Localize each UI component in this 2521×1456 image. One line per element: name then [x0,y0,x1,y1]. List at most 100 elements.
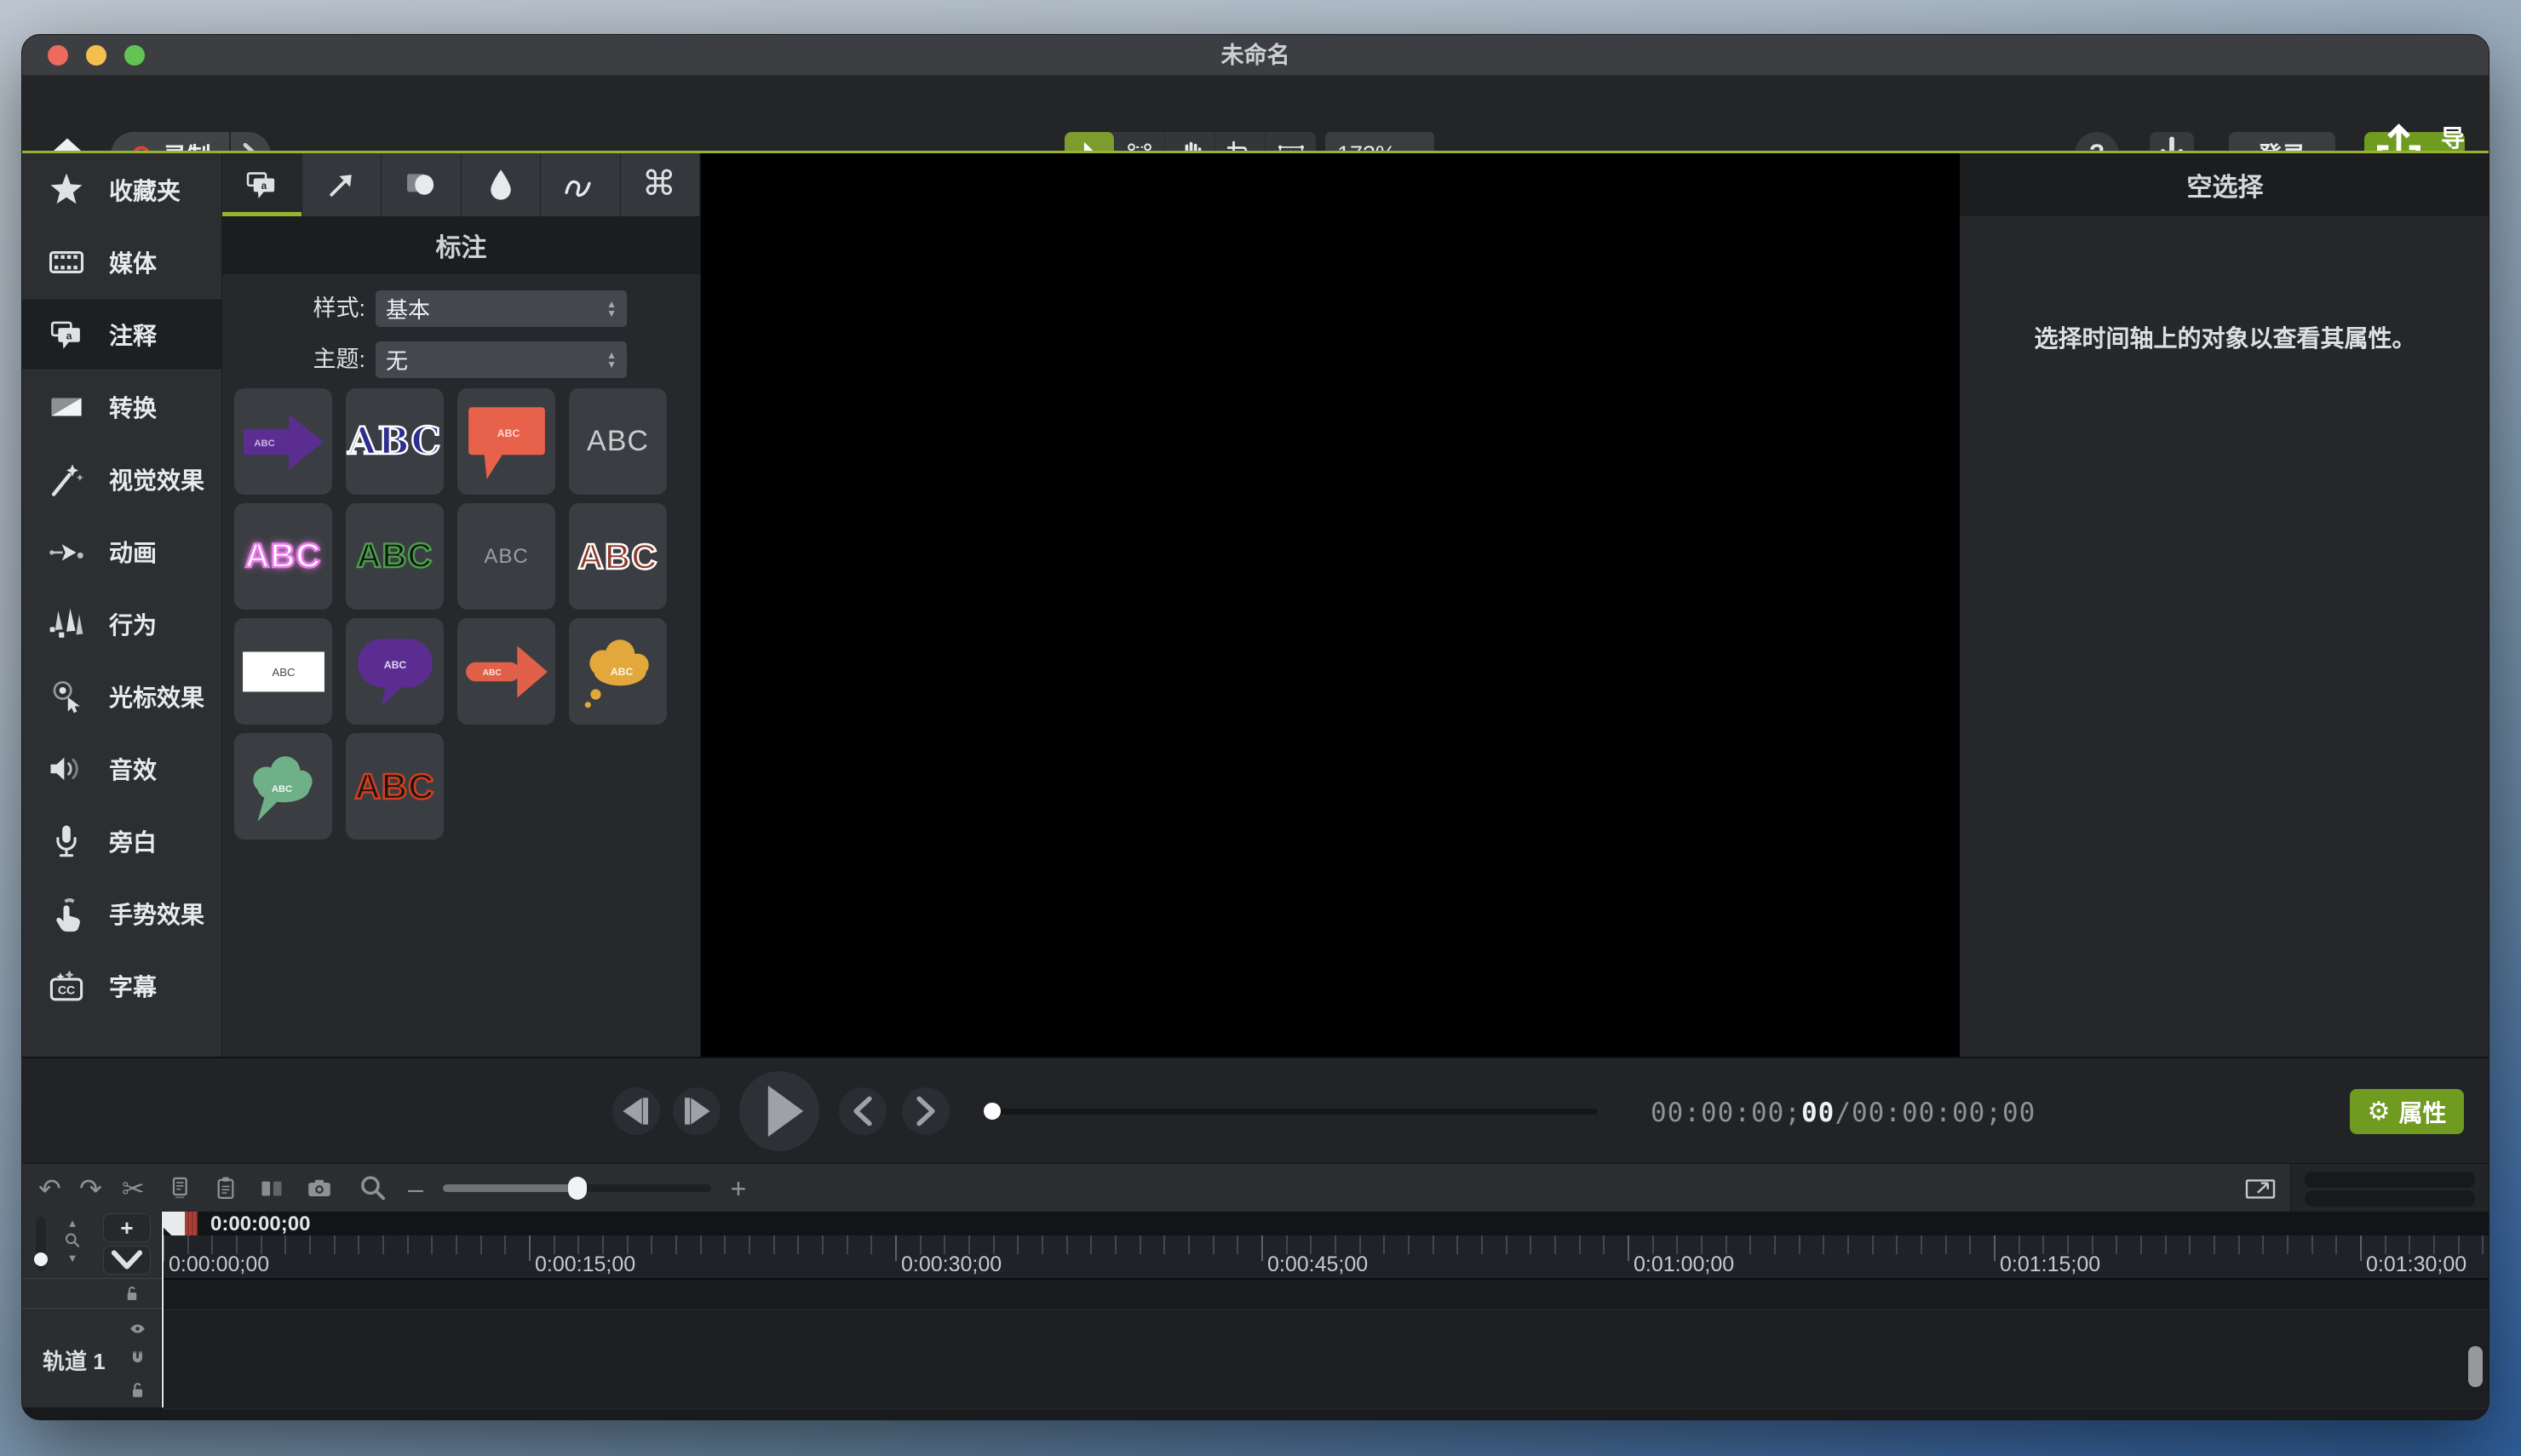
timeline-lanes[interactable] [163,1278,2489,1420]
properties-button[interactable]: ⚙ 属性 [2350,1089,2464,1134]
next-frame-button[interactable] [673,1087,721,1135]
ruler-tick [1456,1235,1458,1254]
copy-button[interactable] [164,1172,196,1205]
svg-text:ABC: ABC [272,666,296,679]
ruler-tick [920,1235,922,1254]
callout-icon: a [244,167,279,203]
callout-item-8-text[interactable]: ABC [569,503,667,610]
redo-button[interactable]: ↷ [77,1172,109,1205]
callout-item-6-text[interactable]: ABC [346,503,444,610]
previous-clip-button[interactable] [839,1087,887,1135]
sidebar-item-media[interactable]: 媒体 [22,226,221,298]
split-button[interactable] [256,1172,288,1205]
playhead-strip[interactable]: 0:00:00;00 [163,1212,2489,1235]
undo-button[interactable]: ↶ [36,1172,68,1205]
timeline-zoom-out-button[interactable]: – [399,1172,432,1205]
gutter-zoom-controls: ▲ ▼ [63,1217,82,1264]
arrow-up-icon[interactable]: ▲ [67,1217,78,1230]
timeline-zoom-slider-handle[interactable] [568,1177,587,1200]
canvas-preview[interactable] [701,153,1960,1057]
theme-dropdown[interactable]: 无 ▲▼ [376,341,627,378]
tab-shapes[interactable] [382,153,462,216]
desktop-background: 未命名 录制 173% ▼ ? 登录 导出 [0,0,2521,1456]
ruler-tick [284,1235,286,1254]
eye-icon[interactable] [128,1319,147,1338]
sidebar-item-favorites[interactable]: 收藏夹 [22,153,221,226]
horizontal-scrollbar[interactable] [2305,1190,2475,1207]
track-lane[interactable] [163,1310,2489,1409]
ruler-tick [651,1235,652,1254]
collapse-tracks-button[interactable] [103,1246,151,1275]
arrow-down-icon[interactable]: ▼ [67,1252,78,1264]
callout-item-14-text[interactable]: ABC [346,733,444,840]
sidebar-item-animations[interactable]: 动画 [22,515,221,588]
playhead-grip[interactable] [185,1212,198,1235]
ruler-tick [2189,1235,2191,1254]
sidebar-item-label: 光标效果 [109,679,204,714]
timeline-zoom-button[interactable] [357,1172,389,1205]
ruler-tick [602,1235,604,1254]
ruler-tick [261,1235,262,1254]
callout-item-7-text[interactable]: ABC [457,503,555,610]
scrubber-track[interactable] [992,1109,1598,1115]
timeline-zoom-in-button[interactable]: + [722,1172,755,1205]
svg-text:a: a [261,181,267,192]
tab-arrows[interactable] [302,153,382,216]
callout-icon: a [48,316,85,353]
callout-item-10-speech-round[interactable]: ABC [346,618,444,725]
sidebar-item-captions[interactable]: CC字幕 [22,949,221,1022]
style-dropdown[interactable]: 基本 ▲▼ [376,290,627,327]
sidebar-item-label: 字幕 [109,969,157,1003]
play-button[interactable] [739,1071,819,1151]
sidebar-item-transitions[interactable]: 转换 [22,370,221,443]
scrubber-handle[interactable] [984,1103,1001,1120]
sidebar-item-cursor-effects[interactable]: 光标效果 [22,660,221,732]
callout-item-5-text[interactable]: ABC [234,503,332,610]
properties-panel-title: 空选择 [1960,153,2489,216]
callout-item-13-cloud-speech[interactable]: ABC [234,733,332,840]
sidebar-item-visual-effects[interactable]: 视觉效果 [22,443,221,515]
step-back-icon [612,1087,660,1135]
track-height-slider-handle[interactable] [34,1253,48,1266]
callout-item-11-arrow-round[interactable]: ABC [457,618,555,725]
track-header[interactable]: 轨道 1 [22,1308,163,1407]
callout-item-9-rect[interactable]: ABC [234,618,332,725]
tab-sketch[interactable] [541,153,621,216]
snapshot-button[interactable] [303,1172,336,1205]
ruler-tick [944,1235,945,1254]
vertical-scrollbar[interactable] [2468,1346,2483,1387]
lock-icon[interactable] [123,1284,141,1303]
sidebar-item-behaviors[interactable]: 行为 [22,588,221,660]
ruler-label: 0:00:00;00 [169,1253,269,1277]
callout-item-1-arrow-flat[interactable]: ABC [234,388,332,495]
sidebar-item-audio-effects[interactable]: 音效 [22,732,221,805]
sidebar-item-label: 注释 [109,318,157,352]
sidebar-item-voice-narration[interactable]: 旁白 [22,805,221,877]
ruler-tick [358,1235,359,1254]
next-clip-button[interactable] [902,1087,950,1135]
style-label: 样式: [222,290,365,327]
callout-item-4-text[interactable]: ABC [569,388,667,495]
callout-item-12-thought-cloud[interactable]: ABC [569,618,667,725]
callout-item-3-speech-sharp[interactable]: ABC [457,388,555,495]
magnet-icon[interactable] [128,1349,147,1368]
tab-blur[interactable] [462,153,542,216]
timeline-ruler[interactable]: 0:00:00;000:00:15;000:00:30;000:00:45;00… [163,1235,2489,1278]
sidebar-item-gesture-effects[interactable]: 手势效果 [22,877,221,949]
cut-button[interactable]: ✂ [119,1172,152,1205]
paste-button[interactable] [210,1172,242,1205]
detach-timeline-button[interactable] [2243,1172,2277,1206]
playhead-line[interactable] [162,1212,164,1407]
tab-callouts[interactable]: a [222,153,302,216]
ruler-tick [2335,1235,2337,1254]
ruler-tick [236,1235,238,1254]
horizontal-scrollbar[interactable] [2305,1172,2475,1188]
sidebar-item-annotations[interactable]: a 注释 [22,298,221,370]
panel-title: 标注 [222,216,700,274]
ruler-tick [1676,1235,1678,1254]
tab-keystrokes[interactable]: ⌘ [621,153,701,216]
window-title: 未命名 [22,35,2489,76]
callout-item-2-text[interactable]: ABC [346,388,444,495]
previous-frame-button[interactable] [612,1087,660,1135]
lock-icon[interactable] [128,1380,147,1400]
